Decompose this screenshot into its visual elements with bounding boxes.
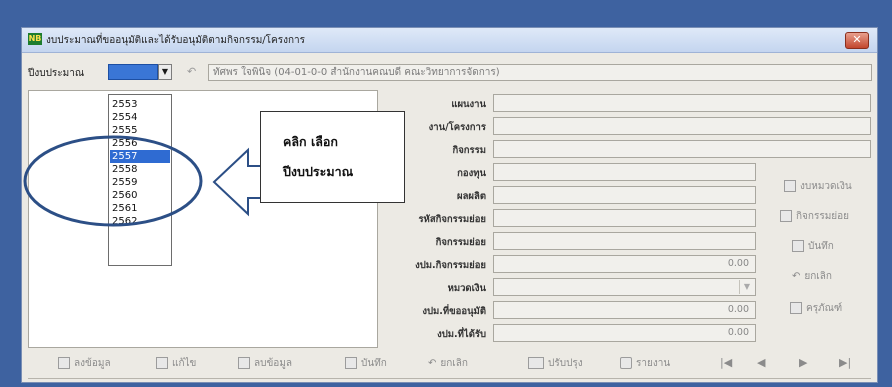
callout-line-1: คลิก เลือก (283, 134, 338, 149)
callout-line-2: ปีงบประมาณ (283, 164, 354, 179)
callout-box: คลิก เลือก ปีงบประมาณ (260, 111, 405, 203)
highlight-ellipse (23, 135, 203, 227)
annotation-overlay (23, 135, 287, 227)
